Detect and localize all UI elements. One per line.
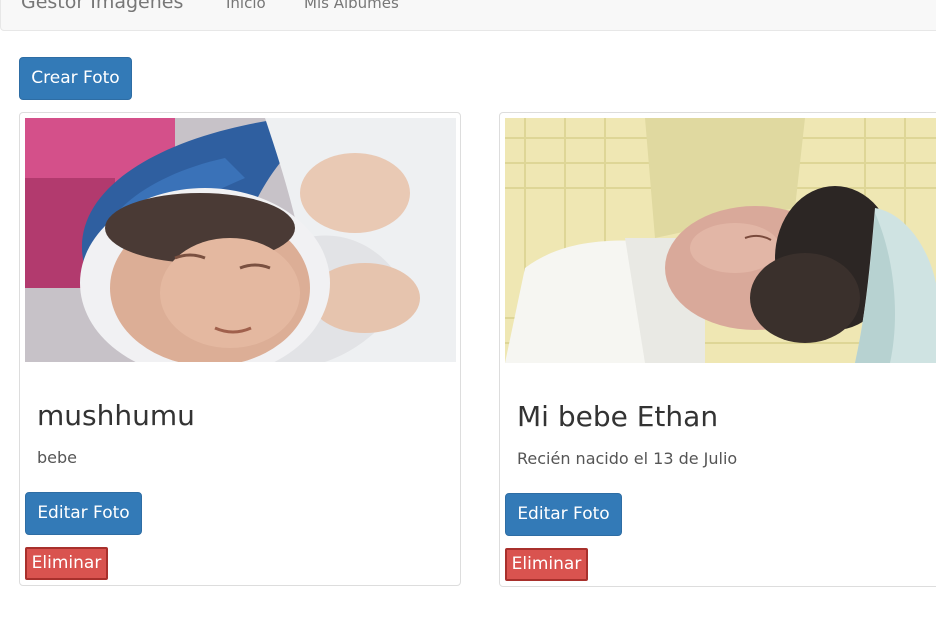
- nav-link-mis-albumes[interactable]: Mis Albumes: [304, 0, 399, 12]
- delete-photo-button[interactable]: Eliminar: [25, 547, 108, 580]
- photo-card: mushhumu bebe Editar Foto Eliminar: [19, 112, 461, 586]
- navbar: Gestor Imagenes Inicio Mis Albumes: [0, 0, 936, 31]
- create-photo-button[interactable]: Crear Foto: [19, 57, 132, 100]
- edit-photo-button[interactable]: Editar Foto: [25, 492, 142, 535]
- edit-photo-button[interactable]: Editar Foto: [505, 493, 622, 536]
- photo-thumbnail[interactable]: [505, 118, 936, 363]
- baby-photo-image: [25, 118, 456, 362]
- baby-photo-image: [505, 118, 936, 363]
- photo-thumbnail[interactable]: [25, 118, 456, 362]
- nav-link-inicio[interactable]: Inicio: [226, 0, 266, 12]
- photo-description: Recién nacido el 13 de Julio: [517, 449, 738, 468]
- delete-photo-button[interactable]: Eliminar: [505, 548, 588, 581]
- photo-title: Mi bebe Ethan: [517, 400, 719, 433]
- photo-card: Mi bebe Ethan Recién nacido el 13 de Jul…: [499, 112, 936, 587]
- photo-description: bebe: [37, 448, 77, 467]
- photo-title: mushhumu: [37, 399, 195, 432]
- navbar-brand[interactable]: Gestor Imagenes: [21, 0, 183, 13]
